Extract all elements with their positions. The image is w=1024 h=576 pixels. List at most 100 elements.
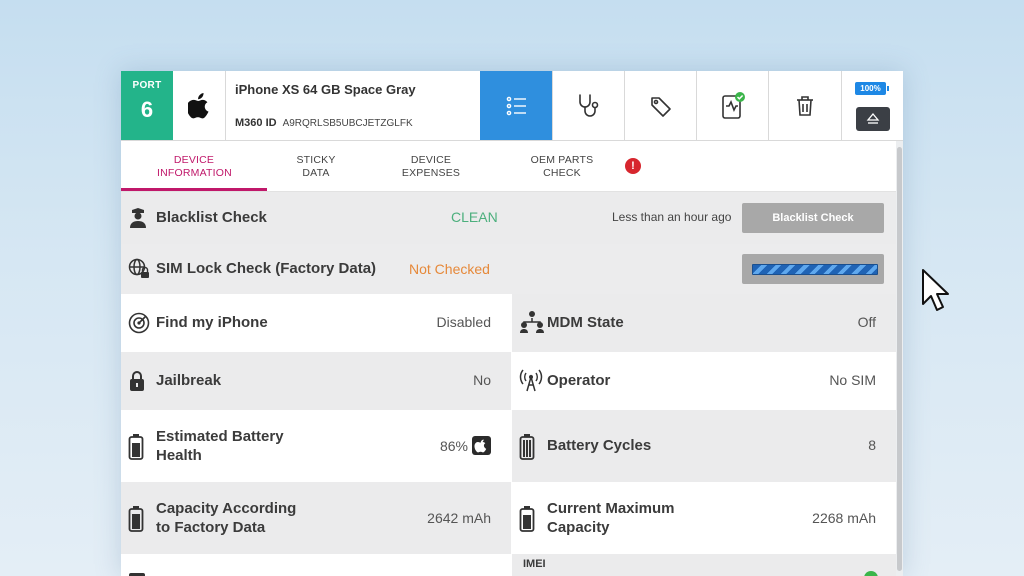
erase-button[interactable] (768, 71, 841, 140)
capacity-factory-value: 2642 mAh (427, 510, 491, 526)
tab-label-line1: DEVICE (173, 154, 215, 166)
app-window: PORT 6 iPhone XS 64 GB Space Gray M360 I… (121, 71, 903, 576)
tab-sticky-data[interactable]: STICKY DATA (286, 154, 346, 180)
eject-button[interactable] (856, 107, 890, 131)
battery-health-label-line1: Estimated Battery (156, 428, 284, 445)
tab-device-expenses[interactable]: DEVICE EXPENSES (391, 154, 471, 180)
apple-logo-icon (173, 71, 226, 140)
find-my-iphone-value: Disabled (436, 314, 491, 330)
operator-value: No SIM (829, 372, 876, 388)
tab-label-line2: EXPENSES (401, 167, 461, 179)
m360-id-label: M360 ID (235, 117, 277, 129)
battery-eject-panel: 100% (841, 71, 903, 140)
operator-label: Operator (547, 372, 611, 389)
jailbreak-value: No (473, 372, 491, 388)
info-row-5: IMEI (121, 554, 896, 576)
blacklist-check-label: Blacklist Check (156, 209, 267, 226)
battery-health-label-line2: Health (156, 447, 202, 464)
sim-lock-status: Not Checked (409, 261, 490, 277)
list-icon (506, 96, 526, 115)
alert-icon: ! (625, 158, 641, 174)
m360-id-row: M360 ID A9RQRLSB5UBCJETZGLFK (235, 117, 413, 129)
device-info: iPhone XS 64 GB Space Gray M360 ID A9RQRL… (226, 71, 480, 140)
report-button[interactable] (696, 71, 769, 140)
battery-health-label: Estimated Battery Health (156, 427, 284, 465)
info-row-4: Capacity According to Factory Data 2642 m… (121, 482, 896, 554)
stethoscope-icon (579, 93, 599, 117)
blacklist-check-row: Blacklist Check CLEAN Less than an hour … (121, 192, 896, 244)
scrollbar-thumb[interactable] (897, 147, 902, 571)
device-info-list-button[interactable] (480, 71, 553, 140)
battery-icon (128, 506, 144, 532)
clipboard-check-icon (722, 91, 745, 119)
pricing-tag-button[interactable] (624, 71, 697, 140)
apple-badge-icon (472, 436, 491, 455)
battery-cycles-label: Battery Cycles (547, 437, 652, 454)
find-my-iphone-cell: Find my iPhone Disabled (121, 294, 511, 352)
tab-oem-parts-check[interactable]: OEM PARTS CHECK (523, 154, 601, 180)
current-capacity-label-line2: Capacity (547, 519, 610, 536)
current-capacity-label: Current Maximum Capacity (547, 499, 675, 537)
tab-device-information[interactable]: DEVICE INFORMATION (157, 154, 232, 180)
mdm-state-label: MDM State (547, 314, 624, 331)
imei-label: IMEI (523, 558, 546, 570)
device-information-panel: Blacklist Check CLEAN Less than an hour … (121, 192, 896, 576)
mdm-state-value: Off (857, 314, 876, 330)
padlock-icon (130, 371, 144, 391)
tab-bar: DEVICE INFORMATION STICKY DATA DEVICE EX… (121, 141, 896, 192)
battery-cycles-cell: Battery Cycles 8 (512, 410, 896, 482)
sim-lock-check-label: SIM Lock Check (Factory Data) (156, 260, 377, 277)
calendar-icon (129, 573, 145, 576)
battery-health-value-group: 86% (440, 436, 491, 457)
device-name: iPhone XS 64 GB Space Gray (235, 82, 416, 97)
trash-icon (797, 95, 813, 116)
imei-cell: IMEI (512, 554, 896, 576)
jailbreak-cell: Jailbreak No (121, 352, 511, 410)
battery-icon (519, 506, 535, 532)
tab-label-line1: DEVICE (410, 154, 452, 166)
eject-icon (866, 113, 880, 124)
imei-status-icon (864, 571, 878, 576)
capacity-factory-label-line2: to Factory Data (156, 519, 266, 536)
battery-full-icon (519, 434, 535, 460)
active-tab-indicator (121, 188, 267, 191)
mouse-cursor-icon (922, 269, 949, 311)
current-capacity-value: 2268 mAh (812, 510, 876, 526)
globe-lock-icon (128, 258, 149, 278)
m360-id-value: A9RQRLSB5UBCJETZGLFK (282, 118, 413, 129)
police-officer-icon (130, 208, 146, 228)
blacklist-check-button[interactable]: Blacklist Check (742, 203, 884, 233)
port-badge: PORT 6 (121, 71, 173, 140)
device-header: PORT 6 iPhone XS 64 GB Space Gray M360 I… (121, 71, 903, 141)
tab-label-line2: CHECK (543, 167, 581, 179)
partial-cell-left (121, 554, 511, 576)
find-my-iphone-label: Find my iPhone (156, 314, 268, 331)
current-capacity-cell: Current Maximum Capacity 2268 mAh (512, 482, 896, 554)
capacity-factory-label-line1: Capacity According (156, 500, 297, 517)
sim-lock-check-button[interactable] (742, 254, 884, 284)
tab-label-line1: OEM PARTS (530, 154, 594, 166)
sim-lock-progress-bar (752, 264, 878, 275)
tag-icon (651, 96, 671, 117)
info-row-1: Find my iPhone Disabled MDM State Off (121, 294, 896, 352)
tab-label-line1: STICKY (296, 154, 336, 166)
info-row-3: Estimated Battery Health 86% Battery Cycl… (121, 410, 896, 482)
current-capacity-label-line1: Current Maximum (547, 500, 675, 517)
capacity-factory-cell: Capacity According to Factory Data 2642 m… (121, 482, 511, 554)
battery-level-indicator: 100% (855, 82, 889, 95)
blacklist-timestamp: Less than an hour ago (612, 210, 732, 224)
info-row-2: Jailbreak No Operator No SIM (121, 352, 896, 410)
jailbreak-label: Jailbreak (156, 372, 222, 389)
battery-cycles-value: 8 (868, 437, 876, 453)
diagnostics-button[interactable] (552, 71, 625, 140)
blacklist-status: CLEAN (451, 209, 498, 225)
tab-label-line2: INFORMATION (157, 167, 232, 179)
capacity-factory-label: Capacity According to Factory Data (156, 499, 296, 537)
sim-lock-check-row: SIM Lock Check (Factory Data) Not Checke… (121, 244, 896, 294)
radar-icon (128, 312, 150, 334)
port-number: 6 (140, 97, 154, 122)
cell-tower-icon (519, 369, 543, 392)
hierarchy-users-icon (520, 311, 544, 333)
tab-label-line2: DATA (302, 167, 330, 179)
mdm-state-cell: MDM State Off (512, 294, 896, 352)
